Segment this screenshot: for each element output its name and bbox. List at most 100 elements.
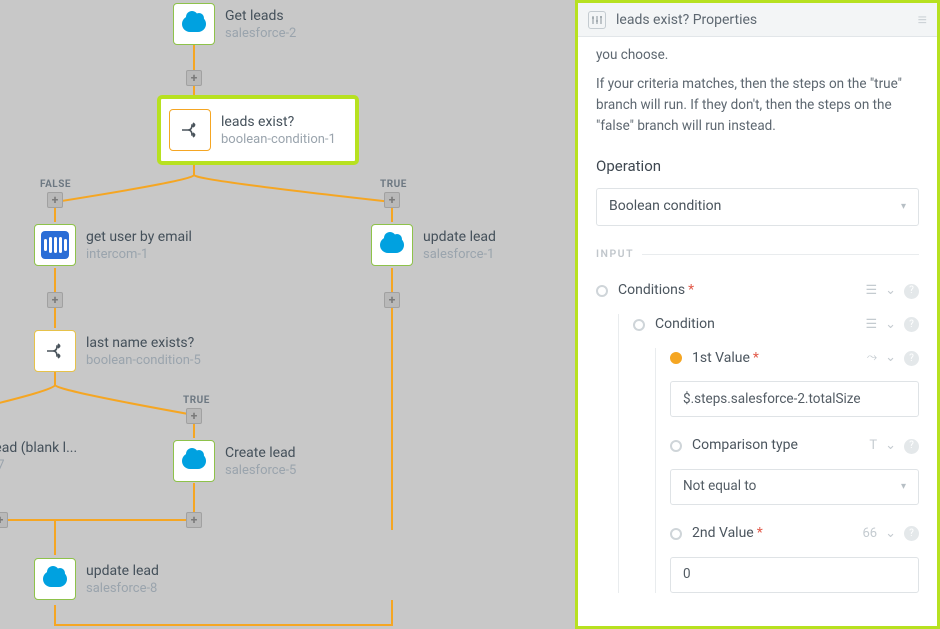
help-icon[interactable]: ? bbox=[904, 284, 919, 299]
properties-panel: leads exist? Properties ≡ you choose. If… bbox=[575, 0, 940, 629]
settings-icon bbox=[588, 11, 606, 29]
add-step-button[interactable]: + bbox=[47, 292, 63, 308]
required-star: * bbox=[753, 348, 759, 370]
node-last-name-exists[interactable]: last name exists? boolean-condition-5 bbox=[34, 330, 201, 372]
node-sub: ce-7 bbox=[0, 458, 77, 473]
node-leads-exist[interactable]: leads exist? boolean-condition-1 bbox=[169, 109, 336, 151]
operation-value: Boolean condition bbox=[609, 196, 721, 218]
operation-label: Operation bbox=[596, 155, 919, 178]
bullet-icon bbox=[596, 285, 608, 297]
branch-label-true: TRUE bbox=[183, 395, 210, 406]
row-label: Condition bbox=[655, 314, 715, 336]
list-icon[interactable]: ☰ bbox=[865, 281, 877, 301]
node-title: e lead (blank l... bbox=[0, 440, 77, 456]
node-labels: leads exist? boolean-condition-1 bbox=[221, 114, 336, 147]
salesforce-icon bbox=[34, 558, 76, 600]
comparison-select[interactable]: Not equal to ▾ bbox=[670, 469, 919, 505]
row-comparison: Comparison type T ⌄ ? bbox=[670, 435, 919, 457]
node-create-lead-right[interactable]: Create lead salesforce-5 bbox=[173, 440, 296, 482]
node-labels: get user by email intercom-1 bbox=[86, 229, 192, 262]
branch-label-true: TRUE bbox=[380, 179, 407, 190]
node-labels: e lead (blank l... ce-7 bbox=[0, 440, 77, 473]
first-value-text: $.steps.salesforce-2.totalSize bbox=[683, 389, 861, 410]
salesforce-icon bbox=[173, 3, 215, 45]
row-first-value: 1st Value* ⤳ ⌄ ? bbox=[670, 348, 919, 370]
workflow-canvas[interactable]: Get leads salesforce-2 leads exist? bool… bbox=[0, 0, 575, 629]
node-title: Get leads bbox=[225, 8, 296, 24]
list-icon[interactable]: ☰ bbox=[865, 315, 877, 335]
bullet-icon bbox=[633, 319, 645, 331]
panel-menu-icon[interactable]: ≡ bbox=[918, 10, 927, 30]
chevron-down-icon: ▾ bbox=[901, 199, 906, 215]
add-step-button[interactable]: + bbox=[384, 192, 400, 208]
node-labels: Create lead salesforce-5 bbox=[225, 445, 296, 478]
node-sub: boolean-condition-1 bbox=[221, 132, 336, 147]
panel-desc-line: you choose. bbox=[596, 45, 919, 66]
node-labels: last name exists? boolean-condition-5 bbox=[86, 335, 201, 368]
node-sub: intercom-1 bbox=[86, 247, 192, 262]
node-title: get user by email bbox=[86, 229, 192, 245]
node-update-lead-bottom[interactable]: update lead salesforce-8 bbox=[34, 558, 159, 600]
branch-label-false: FALSE bbox=[40, 179, 71, 190]
chevron-down-icon[interactable]: ⌄ bbox=[885, 315, 896, 335]
path-icon[interactable]: ⤳ bbox=[867, 348, 877, 368]
add-step-button[interactable]: + bbox=[47, 192, 63, 208]
add-step-button[interactable]: + bbox=[384, 292, 400, 308]
panel-body: you choose. If your criteria matches, th… bbox=[578, 37, 937, 626]
salesforce-icon bbox=[371, 224, 413, 266]
bullet-icon bbox=[670, 352, 682, 364]
second-value-text: 0 bbox=[683, 564, 691, 585]
node-title: Create lead bbox=[225, 445, 296, 461]
node-sub: salesforce-8 bbox=[86, 581, 159, 596]
node-sub: salesforce-5 bbox=[225, 463, 296, 478]
node-update-lead-right[interactable]: update lead salesforce-1 bbox=[371, 224, 496, 266]
node-labels: update lead salesforce-8 bbox=[86, 563, 159, 596]
chevron-down-icon[interactable]: ⌄ bbox=[885, 436, 896, 456]
branch-icon bbox=[169, 109, 211, 151]
add-step-button[interactable]: + bbox=[186, 512, 202, 528]
chevron-down-icon[interactable]: ⌄ bbox=[885, 348, 896, 368]
second-value-input[interactable]: 0 bbox=[670, 557, 919, 593]
help-icon[interactable]: ? bbox=[904, 439, 919, 454]
input-label: INPUT bbox=[596, 246, 634, 262]
comparison-value: Not equal to bbox=[683, 476, 756, 497]
salesforce-icon bbox=[173, 440, 215, 482]
add-step-button[interactable]: + bbox=[186, 408, 202, 424]
required-star: * bbox=[688, 280, 694, 302]
chevron-down-icon[interactable]: ⌄ bbox=[885, 281, 896, 301]
node-title: update lead bbox=[86, 563, 159, 579]
chevron-down-icon: ▾ bbox=[901, 479, 906, 495]
row-label: 1st Value bbox=[692, 348, 750, 370]
help-icon[interactable]: ? bbox=[904, 351, 919, 366]
branch-icon bbox=[34, 330, 76, 372]
connector-lines bbox=[0, 0, 575, 629]
operation-select[interactable]: Boolean condition ▾ bbox=[596, 188, 919, 226]
node-sub: salesforce-1 bbox=[423, 247, 496, 262]
node-create-lead-left[interactable]: e lead (blank l... ce-7 bbox=[0, 440, 77, 473]
intercom-icon bbox=[34, 224, 76, 266]
input-divider: INPUT bbox=[596, 246, 919, 262]
row-label: 2nd Value bbox=[692, 523, 754, 545]
add-step-button[interactable]: + bbox=[0, 512, 8, 528]
bullet-icon bbox=[670, 528, 682, 540]
chevron-down-icon[interactable]: ⌄ bbox=[885, 524, 896, 544]
row-conditions[interactable]: Conditions* ☰ ⌄ ? bbox=[596, 280, 919, 302]
help-icon[interactable]: ? bbox=[904, 317, 919, 332]
node-title: leads exist? bbox=[221, 114, 336, 130]
panel-header: leads exist? Properties ≡ bbox=[578, 3, 937, 37]
node-get-user[interactable]: get user by email intercom-1 bbox=[34, 224, 192, 266]
first-value-input[interactable]: $.steps.salesforce-2.totalSize bbox=[670, 381, 919, 417]
node-get-leads[interactable]: Get leads salesforce-2 bbox=[173, 3, 296, 45]
bullet-icon bbox=[670, 440, 682, 452]
node-title: update lead bbox=[423, 229, 496, 245]
help-icon[interactable]: ? bbox=[904, 526, 919, 541]
node-sub: salesforce-2 bbox=[225, 26, 296, 41]
row-label: Conditions bbox=[618, 280, 685, 302]
node-labels: update lead salesforce-1 bbox=[423, 229, 496, 262]
count-badge: 66 bbox=[862, 524, 877, 544]
add-step-button[interactable]: + bbox=[186, 70, 202, 86]
panel-desc: If your criteria matches, then the steps… bbox=[596, 74, 919, 137]
row-condition[interactable]: Condition ☰ ⌄ ? bbox=[633, 314, 919, 336]
panel-title: leads exist? Properties bbox=[616, 12, 757, 28]
type-icon[interactable]: T bbox=[869, 436, 877, 456]
